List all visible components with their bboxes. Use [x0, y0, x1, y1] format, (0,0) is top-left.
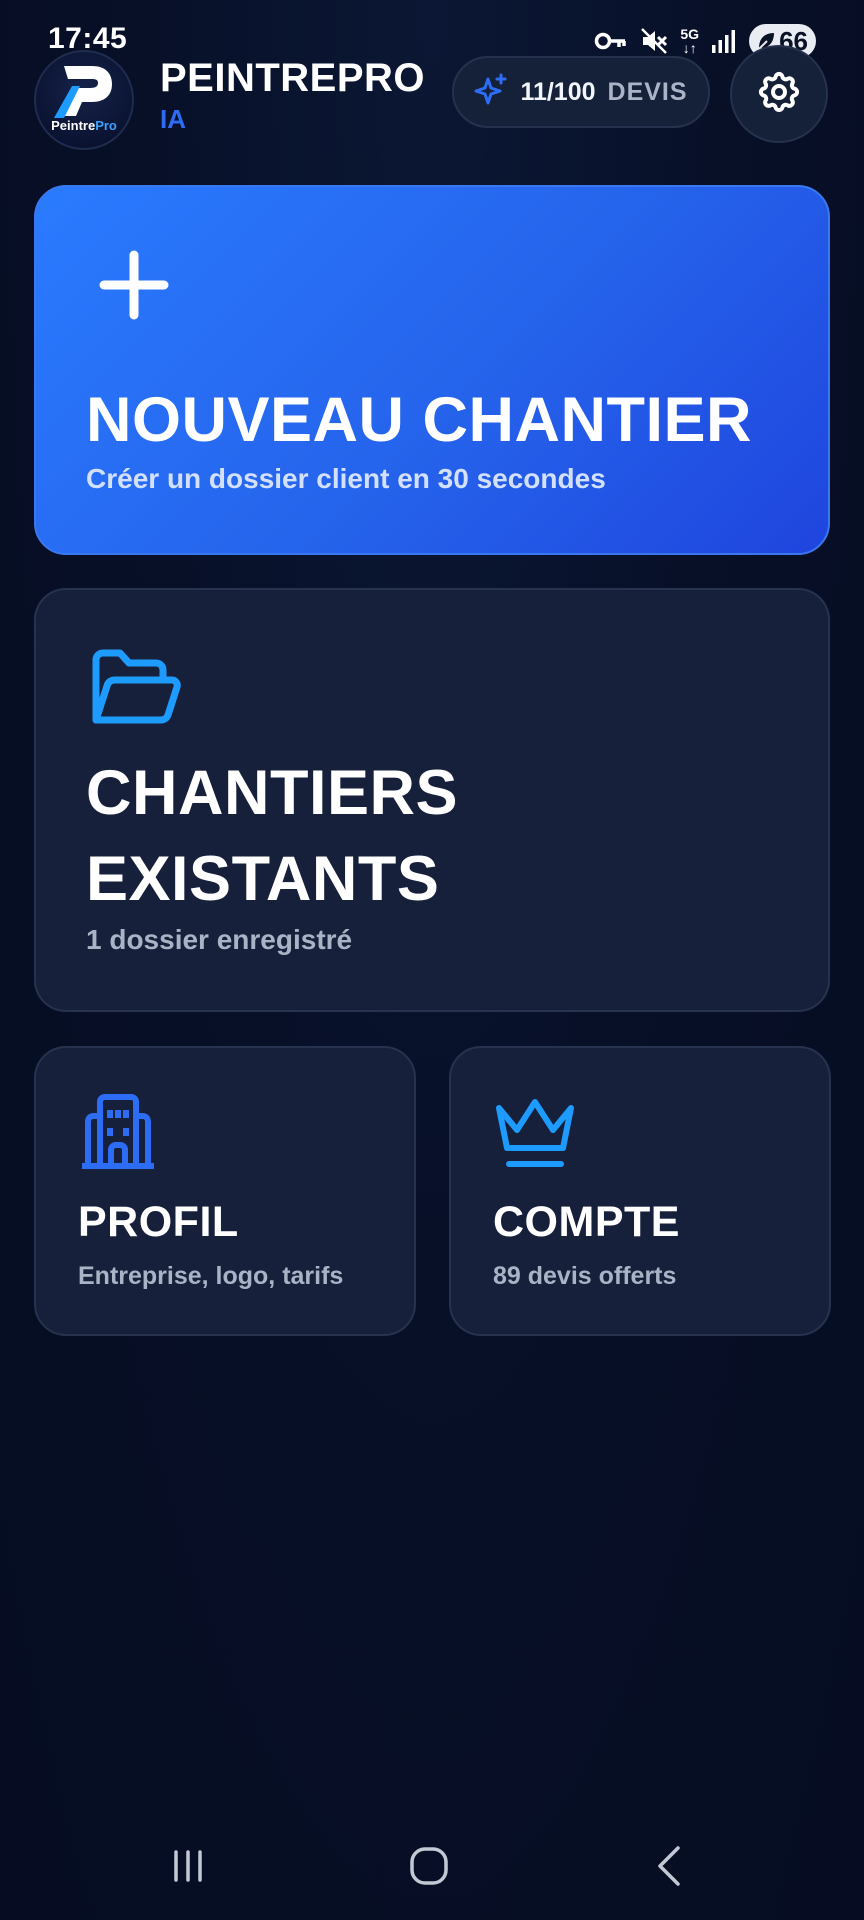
- existing-sites-card[interactable]: CHANTIERS EXISTANTS 1 dossier enregistré: [34, 588, 830, 1012]
- crown-icon: [493, 1094, 577, 1175]
- profile-title: PROFIL: [78, 1198, 239, 1246]
- new-site-title: NOUVEAU CHANTIER: [86, 385, 753, 455]
- back-button[interactable]: [610, 1828, 730, 1908]
- gear-icon: [755, 68, 803, 121]
- home-button[interactable]: [369, 1828, 489, 1908]
- account-subtitle: 89 devis offerts: [493, 1262, 677, 1290]
- settings-button[interactable]: [730, 45, 828, 143]
- back-icon: [650, 1844, 690, 1893]
- account-title: COMPTE: [493, 1198, 680, 1246]
- brand-subtitle: IA: [160, 104, 186, 134]
- existing-sites-title: CHANTIERS EXISTANTS: [86, 758, 459, 914]
- building-icon: [78, 1094, 158, 1175]
- account-card[interactable]: COMPTE 89 devis offerts: [449, 1046, 831, 1336]
- profile-subtitle: Entreprise, logo, tarifs: [78, 1262, 344, 1290]
- home-icon: [407, 1844, 451, 1893]
- new-site-subtitle: Créer un dossier client en 30 secondes: [86, 463, 606, 494]
- plus-icon: [98, 249, 170, 326]
- system-nav-bar: [0, 1820, 864, 1920]
- quota-badge[interactable]: 11/100 DEVIS: [452, 56, 710, 128]
- quota-count: 11/100: [520, 77, 596, 106]
- network-type: 5G: [680, 26, 700, 42]
- profile-card[interactable]: PROFIL Entreprise, logo, tarifs: [34, 1046, 416, 1336]
- brand-name: PEINTREPRO: [160, 56, 426, 100]
- recent-apps-button[interactable]: [128, 1828, 248, 1908]
- logo-wordmark: PeintrePro: [51, 118, 117, 133]
- folder-open-icon: [86, 646, 182, 737]
- quota-label: DEVIS: [607, 77, 688, 106]
- sparkle-icon: [474, 73, 508, 112]
- app-screen: 17:45 5G ↓↑ 66 PeintrePro PEINTREPRO IA …: [0, 0, 864, 1920]
- logo-icon: PeintrePro: [34, 50, 134, 150]
- recent-apps-icon: [168, 1846, 208, 1891]
- app-header: PeintrePro PEINTREPRO IA 11/100 DEVIS: [0, 40, 864, 150]
- new-site-card[interactable]: NOUVEAU CHANTIER Créer un dossier client…: [34, 185, 830, 555]
- existing-sites-subtitle: 1 dossier enregistré: [86, 924, 353, 955]
